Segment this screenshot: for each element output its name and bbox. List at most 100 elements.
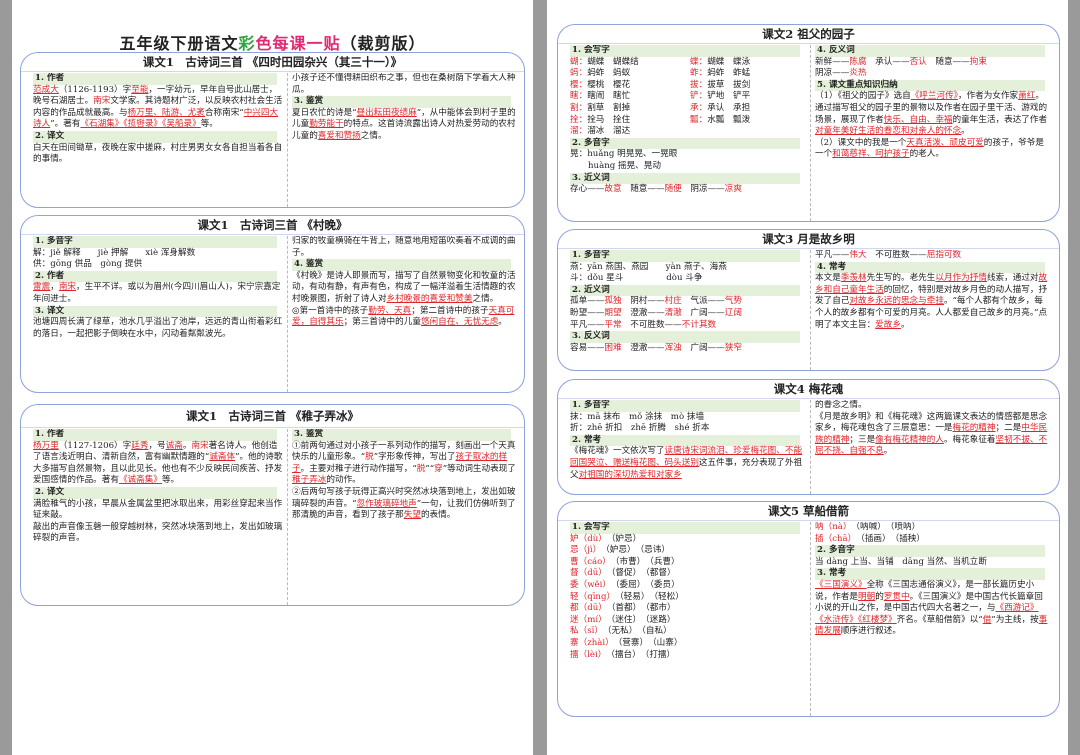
- card-poem-sishitianyuan: 课文1 古诗词三首 《四时田园杂兴（其三十一）》 1. 作者 范成大（1126-…: [20, 52, 525, 208]
- synonym-list: 孤单——孤独 阴村——村庄 气派——气势 盼望——期望 澄澈——清澈 广阔——辽阔…: [570, 296, 806, 331]
- answer: 平常: [604, 319, 622, 330]
- char: 忌（jì）: [570, 545, 597, 556]
- char: 蚂：: [570, 68, 588, 79]
- write-char-row: 曹（cáo） （市曹） （兵曹）: [570, 557, 806, 569]
- write-char-row: 溜：溜冰 溜达: [570, 126, 806, 138]
- section-heading: 3. 常考: [815, 568, 1045, 580]
- answer: 狭窄: [724, 342, 742, 353]
- word: 平凡——: [570, 319, 605, 330]
- appreciation-text: ①前两句通过对小孩子一系列动作的描写，刻画出一个天真快乐的儿童形象。“脱”字形象…: [292, 440, 516, 486]
- author-text: 杨万里（1127-1206）字廷秀，号诚斋。南宋著名诗人。他创造了语言浅近明白、…: [33, 440, 283, 486]
- word: （喷呐）: [881, 522, 921, 532]
- word: （轻松）: [645, 591, 684, 602]
- word-pair-line: 容易——困难 澄澈——浑浊 广阔——狭窄: [570, 343, 806, 355]
- words: 铲地 铲平: [707, 91, 751, 102]
- section-heading: 3. 译文: [33, 305, 277, 318]
- word: （妒忌）: [596, 545, 632, 556]
- char: 擂（lèi）: [570, 649, 603, 660]
- write-char-cell: [690, 126, 806, 138]
- words: 拴马 拴住: [587, 114, 631, 125]
- polyphone-line: 当 dàng 上当、当铺 dāng 当然、当机立断: [815, 556, 987, 567]
- word: （插画）: [851, 533, 887, 544]
- section-heading: 3. 鉴赏: [292, 96, 511, 108]
- char: 瓢：: [690, 114, 708, 125]
- char: 委（wěi）: [570, 579, 607, 590]
- key-knowledge-text: （2）课文中的我是一个天真活泼、顽皮可爱的孩子，爷爷是一个和蔼慈祥、呵护孩子的老…: [815, 137, 1044, 160]
- key-knowledge-text: （1）《祖父的园子》选自《呼兰河传》，作者为女作家萧红。通过描写祖父的园子里的景…: [815, 91, 1048, 137]
- antonym-line: 阴凉——炎热: [815, 68, 867, 79]
- section-heading: 4. 常考: [815, 261, 1045, 274]
- section-heading: 1. 会写字: [570, 522, 800, 534]
- word: （擂台）: [602, 649, 637, 660]
- translation-continued: 归家的牧童横骑在牛背上，随意地用短笛吹奏着不成调的曲子。: [292, 236, 516, 258]
- write-char-table: 妒（dù） （妒忌） 忌（jì） （妒忌） （忌讳） 曹（cáo） （市曹） （兵曹…: [570, 534, 806, 662]
- word: （都市）: [636, 603, 676, 614]
- write-char-row: 督（dū） （督促） （都督）: [570, 568, 806, 580]
- section-heading: 2. 多音字: [815, 545, 1045, 557]
- section-heading: 5. 课文重点知识归纳: [815, 79, 1045, 92]
- write-char-row: 忌（jì） （妒忌） （忌讳）: [570, 545, 806, 557]
- words: 割草 割掉: [587, 102, 631, 113]
- char: 都（dū）: [570, 603, 603, 614]
- author-text: 雷震，南宋，生平不详。或以为眉州(今四川眉山人)，宋宁宗嘉定年间进士。: [33, 282, 281, 304]
- answer: 困难: [604, 342, 622, 353]
- section-heading: 1. 多音字: [570, 400, 800, 412]
- write-char-cell: 承：承认 承担: [690, 103, 806, 115]
- char: 插（chā）: [815, 533, 852, 544]
- section-heading: 3. 近义词: [570, 172, 800, 185]
- polyphone-line: 燕：yān 燕国、燕园 yàn 燕子、海燕: [570, 261, 727, 272]
- section-heading: 1. 作者: [33, 73, 277, 85]
- section-heading: 3. 鉴赏: [292, 429, 511, 441]
- translation-text: 池塘四周长满了绿草，池水几乎溢出了池岸，远远的青山衔着彩红的落日，一起把影子倒映…: [33, 317, 283, 339]
- words: 蚂蚱 蚱蜢: [707, 68, 751, 79]
- words: 蝴蝶 蝶泳: [707, 56, 751, 67]
- section-heading: 1. 多音字: [33, 236, 277, 248]
- char: 瞎：: [570, 91, 588, 102]
- antonym-list: 容易——困难 澄澈——浑浊 广阔——狭窄: [570, 343, 806, 355]
- card-title: 课文3 月是故乡明: [558, 230, 1059, 249]
- card-title: 课文1 古诗词三首 《村晚》: [21, 216, 524, 235]
- char: 蚱：: [690, 68, 708, 79]
- write-char-row: 呐（nà） （呐喊） （喷呐）: [815, 522, 1051, 534]
- word-pair-line: 平凡——平常 不可胜数——不计其数: [570, 320, 806, 332]
- answer: 浑浊: [664, 342, 682, 353]
- card-yue-shi-guxiang-ming: 课文3 月是故乡明 1. 多音字 燕：yān 燕国、燕园 yàn 燕子、海燕 斗…: [557, 229, 1060, 371]
- write-char-row: 割：割草 割掉 承：承认 承担: [570, 103, 806, 115]
- char: 迷（mí）: [570, 614, 603, 625]
- antonym-line: 平凡——伟大 不可胜数——屈指可数: [815, 250, 962, 260]
- write-char-row: 蚂：蚂蚱 蚂蚁 蚱：蚂蚱 蚱蜢: [570, 68, 806, 80]
- author-text: 范成大（1126-1193）字至能，一字幼元，早年自号此山居士，晚号石湖居士。南…: [33, 84, 283, 130]
- title-part: 彩: [238, 34, 256, 53]
- knowledge-text: 的眷念之情。: [815, 400, 867, 410]
- polyphone-line: 折：zhē 折扣 zhē 折腾 shé 折本: [570, 423, 710, 434]
- translation-continued: 小孩子还不懂得耕田织布之事，但也在桑树荫下学着大人种瓜。: [292, 73, 516, 95]
- title-part: 每课一贴: [272, 34, 341, 53]
- section-heading: 3. 反义词: [570, 331, 800, 343]
- knowledge-text: 《月是故乡明》和《梅花魂》这两篇课文表达的情感都是思念家乡，梅花魂包含了三层意思…: [815, 411, 1048, 457]
- write-char-cell: 蚱：蚂蚱 蚱蜢: [690, 68, 806, 80]
- words: 水瓢 瓢泼: [707, 114, 751, 125]
- words: 承认 承担: [707, 102, 751, 113]
- polyphone-line: 供：gōng 供品 gòng 提供: [33, 259, 143, 270]
- words: 瞎闹 瞎忙: [587, 91, 631, 102]
- answer: 孤独: [604, 296, 622, 307]
- translation-text: 白天在田间锄草，夜晚在家中搓麻，村庄男男女女各自担当着各自的事情。: [33, 142, 283, 165]
- word-pair-line: 孤单——孤独 阴村——村庄 气派——气势: [570, 296, 806, 308]
- word: （迷住）: [602, 614, 637, 625]
- write-char-row: 拴：拴马 拴住 瓢：水瓢 瓢泼: [570, 115, 806, 127]
- char: 承：: [690, 102, 708, 113]
- write-char-cell: 割：割草 割掉: [570, 103, 686, 115]
- char: 蝴：: [570, 56, 588, 67]
- write-char-row: 蝴：蝴蝶 蝴蝶结 蝶：蝴蝶 蝶泳: [570, 57, 806, 69]
- word: （自私）: [633, 626, 672, 637]
- knowledge-text: 本文是季羡林先生写的。老先生以月作为抒情线索，通过对故乡和自己童年生活的回忆，特…: [815, 273, 1048, 330]
- word: （轻易）: [610, 591, 646, 602]
- polyphone-line: 晃：huǎng 明晃晃、一晃眼: [570, 149, 678, 160]
- word: （插秧）: [886, 533, 925, 544]
- word: 澄澈——: [621, 307, 665, 318]
- polyphone-line: 斗：dǒu 星斗 dòu 斗争: [570, 273, 703, 284]
- words: 溜冰 溜达: [587, 126, 631, 137]
- word: （市曹）: [606, 556, 641, 567]
- antonym-line: 新鲜——陈腐 承认——否认 随意——拘束: [815, 56, 987, 67]
- write-char-cell: 瞎：瞎闹 瞎忙: [570, 91, 686, 103]
